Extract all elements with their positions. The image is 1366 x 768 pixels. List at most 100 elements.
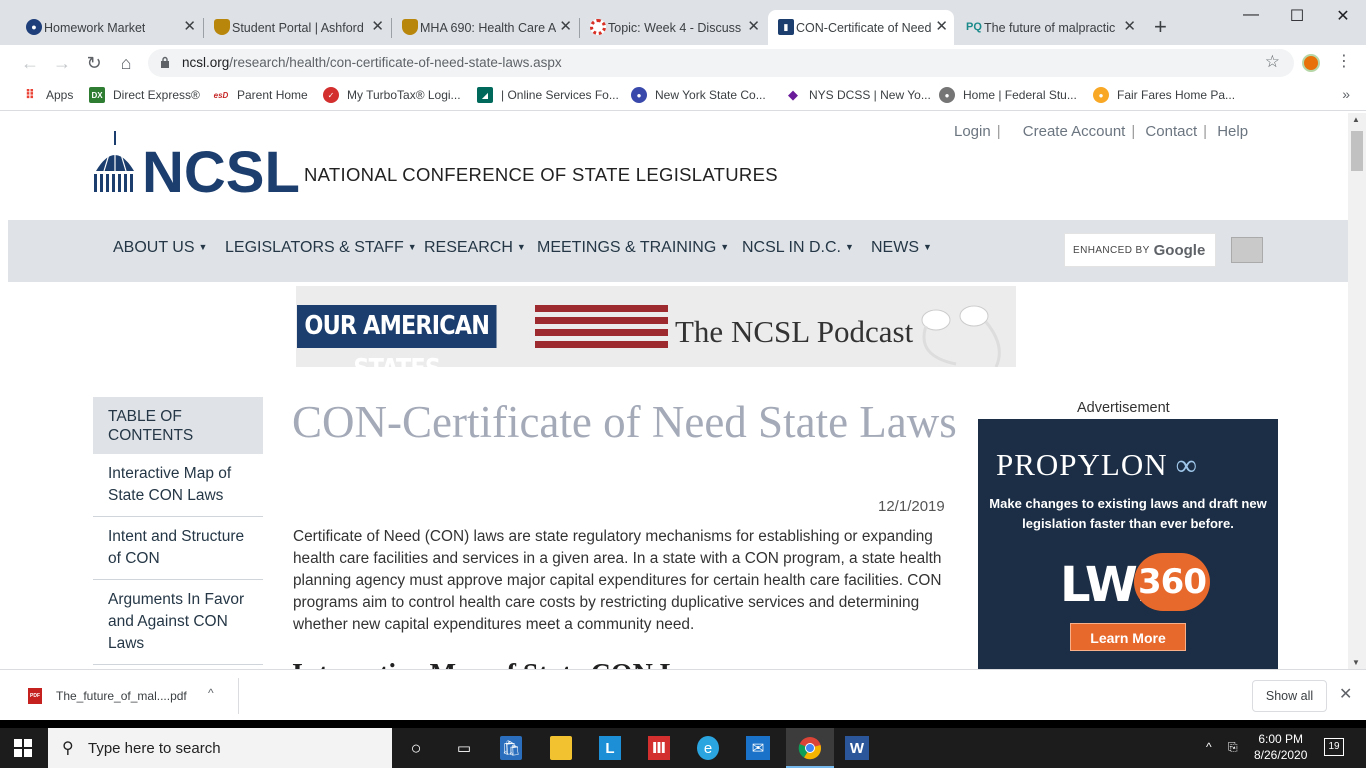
chrome-icon[interactable] <box>798 736 822 760</box>
new-tab-button[interactable]: + <box>1154 14 1167 40</box>
tab-title: Student Portal | Ashford <box>232 20 364 35</box>
federal-student-aid-icon: ● <box>939 87 955 103</box>
login-link[interactable]: Login <box>954 123 991 140</box>
store-icon[interactable]: 🛍 <box>500 736 522 760</box>
network-icon[interactable]: ⎘ <box>1228 740 1238 755</box>
page-title: CON-Certificate of Need State Laws <box>292 397 957 447</box>
nav-about-us[interactable]: ABOUT US ▼ <box>113 239 207 257</box>
close-icon[interactable]: ✕ <box>1339 684 1352 704</box>
home-icon[interactable]: ⌂ <box>114 51 138 75</box>
app-l-icon[interactable]: L <box>599 736 621 760</box>
bookmark-ny-state[interactable]: ● New York State Co... <box>631 87 766 103</box>
profile-avatar[interactable] <box>1302 54 1320 72</box>
scroll-thumb[interactable] <box>1351 131 1363 171</box>
show-all-button[interactable]: Show all <box>1252 680 1327 712</box>
mail-icon[interactable]: ✉ <box>746 736 770 760</box>
tab-mha-690[interactable]: MHA 690: Health Care A ✕ <box>392 10 578 45</box>
bookmark-federal-student[interactable]: ● Home | Federal Stu... <box>939 87 1077 103</box>
tab-future-of-malpractice[interactable]: PQ The future of malpractic ✕ <box>956 10 1142 45</box>
contact-link[interactable]: Contact <box>1145 123 1197 140</box>
close-icon[interactable]: ✕ <box>935 18 948 36</box>
search-icon: ⚲ <box>62 740 74 757</box>
close-icon[interactable]: ✕ <box>747 18 760 36</box>
banner-title: OUR AMERICAN STATES <box>297 305 497 367</box>
chevron-up-icon[interactable]: ^ <box>1206 740 1212 754</box>
cortana-icon[interactable]: ○ <box>403 736 429 760</box>
bookmark-online-services[interactable]: ◢ | Online Services Fo... <box>477 87 619 103</box>
task-view-icon[interactable]: ▭ <box>451 736 477 760</box>
forward-icon[interactable]: → <box>50 51 74 75</box>
windows-start-icon[interactable] <box>14 739 32 757</box>
app-red-icon[interactable]: Ⅲ <box>648 736 670 760</box>
page-scrollbar[interactable]: ▲ ▼ <box>1348 113 1366 669</box>
podcast-banner[interactable]: OUR AMERICAN STATES The NCSL Podcast <box>296 286 1016 367</box>
bookmark-star-icon[interactable]: ☆ <box>1265 52 1280 72</box>
caret-down-icon: ▼ <box>407 242 417 252</box>
file-explorer-icon[interactable] <box>550 736 572 760</box>
bookmark-nys-dcss[interactable]: ◆ NYS DCSS | New Yo... <box>785 87 931 103</box>
bookmark-direct-express[interactable]: DX Direct Express® <box>89 87 200 103</box>
site-search-input[interactable]: ENHANCED BY Google <box>1064 233 1216 267</box>
toc-heading: TABLE OF CONTENTS <box>93 397 263 454</box>
caret-down-icon: ▼ <box>923 242 932 252</box>
chevron-up-icon[interactable]: ^ <box>208 686 214 700</box>
caret-down-icon: ▼ <box>720 242 730 252</box>
toc-item[interactable]: Intent and Structure of CON <box>93 517 263 580</box>
close-icon[interactable]: ✕ <box>1123 18 1136 36</box>
close-icon[interactable]: ✕ <box>371 18 384 36</box>
taskbar-search-input[interactable]: ⚲ Type here to search <box>48 728 392 768</box>
divider <box>238 678 239 714</box>
learn-more-button[interactable]: Learn More <box>1070 623 1186 651</box>
close-icon[interactable]: ✕ <box>183 18 196 36</box>
flag-stripe <box>535 329 668 336</box>
more-bookmarks-icon[interactable]: » <box>1342 86 1350 102</box>
bookmark-turbotax[interactable]: ✓ My TurboTax® Logi... <box>323 87 461 103</box>
bookmarks-bar: ⠿ Apps DX Direct Express® esD Parent Home ✓… <box>0 81 1366 111</box>
notification-center-icon[interactable]: 19 <box>1324 738 1344 756</box>
toc-item[interactable]: Arguments In Favor and Against CON Laws <box>93 580 263 665</box>
flag-stripe <box>535 317 668 324</box>
nav-news[interactable]: NEWS ▼ <box>871 239 932 257</box>
browser-toolbar: ← → ↻ ⌂ ncsl.org/research/health/con-cer… <box>0 45 1366 81</box>
bookmark-fair-fares[interactable]: ● Fair Fares Home Pa... <box>1093 87 1235 103</box>
ashford-shield-icon <box>402 19 418 35</box>
more-menu-icon[interactable]: ⋮ <box>1336 53 1352 71</box>
edge-icon[interactable]: e <box>697 736 719 760</box>
scroll-down-icon[interactable]: ▼ <box>1352 658 1360 667</box>
bookmark-apps[interactable]: ⠿ Apps <box>22 87 73 103</box>
scroll-up-icon[interactable]: ▲ <box>1352 115 1360 124</box>
turbotax-icon: ✓ <box>323 87 339 103</box>
system-clock[interactable]: 6:00 PM 8/26/2020 <box>1254 731 1307 763</box>
bookmark-parent-home[interactable]: esD Parent Home <box>213 87 308 103</box>
search-button[interactable] <box>1231 237 1263 263</box>
help-link[interactable]: Help <box>1217 123 1248 140</box>
address-bar[interactable]: ncsl.org/research/health/con-certificate… <box>148 49 1294 77</box>
tab-homework-market[interactable]: ● Homework Market ✕ <box>16 10 202 45</box>
ny-seal-icon: ● <box>631 87 647 103</box>
create-account-link[interactable]: Create Account <box>1023 123 1126 140</box>
download-item[interactable]: PDF The_future_of_mal....pdf <box>28 688 187 704</box>
close-icon[interactable]: ✕ <box>559 18 572 36</box>
maximize-button[interactable]: ☐ <box>1274 6 1320 26</box>
nav-legislators-staff[interactable]: LEGISLATORS & STAFF ▼ <box>225 239 417 257</box>
close-window-button[interactable]: ✕ <box>1320 6 1366 26</box>
ncsl-logo[interactable]: NCSL <box>92 131 302 195</box>
tab-student-portal[interactable]: Student Portal | Ashford ✕ <box>204 10 390 45</box>
tab-title: CON-Certificate of Need <box>796 20 932 35</box>
back-icon[interactable]: ← <box>18 51 42 75</box>
online-services-icon: ◢ <box>477 87 493 103</box>
word-icon[interactable]: W <box>845 736 869 760</box>
ad-brand: PROPYLON ∞ <box>996 447 1199 482</box>
reload-icon[interactable]: ↻ <box>82 51 106 75</box>
minimize-button[interactable]: — <box>1228 6 1274 24</box>
tab-con-certificate[interactable]: ▮ CON-Certificate of Need ✕ <box>768 10 954 45</box>
top-links: Login | Create Account | Contact | Help <box>954 123 1249 140</box>
toc-item[interactable]: Interactive Map of State CON Laws <box>93 454 263 517</box>
nav-meetings-training[interactable]: MEETINGS & TRAINING ▼ <box>537 239 729 257</box>
banner-podcast-text: The NCSL Podcast <box>675 314 914 349</box>
download-bar: PDF The_future_of_mal....pdf ^ Show all … <box>0 669 1366 720</box>
nav-ncsl-in-dc[interactable]: NCSL IN D.C. ▼ <box>742 239 854 257</box>
tab-topic-week-4[interactable]: Topic: Week 4 - Discuss ✕ <box>580 10 766 45</box>
propylon-ad[interactable]: PROPYLON ∞ Make changes to existing laws … <box>978 419 1278 669</box>
nav-research[interactable]: RESEARCH ▼ <box>424 239 526 257</box>
